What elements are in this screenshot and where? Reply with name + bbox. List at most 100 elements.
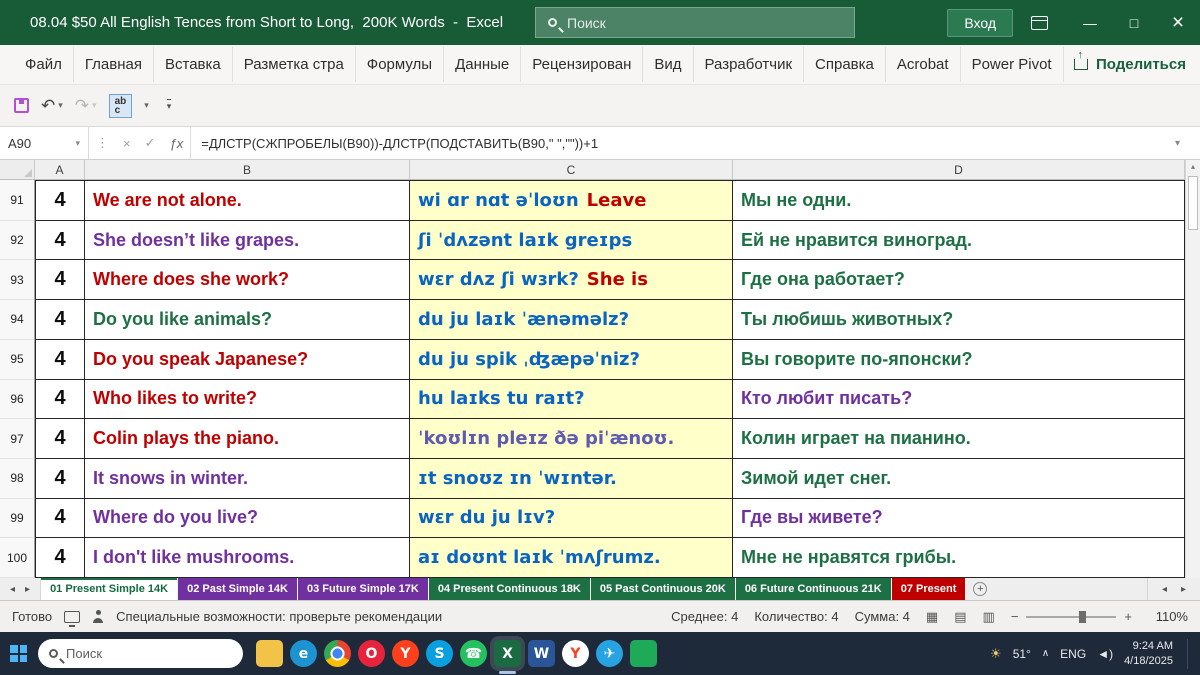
cell-word-count[interactable]: 4 — [35, 339, 85, 380]
cell-word-count[interactable]: 4 — [35, 458, 85, 499]
cell-russian[interactable]: Вы говорите по-японски? — [733, 339, 1185, 380]
page-layout-view-icon[interactable]: ▤ — [954, 609, 966, 625]
vertical-scrollbar[interactable] — [1185, 160, 1200, 578]
sheet-tab-0[interactable]: 01 Present Simple 14K — [41, 578, 179, 600]
row-number[interactable]: 93 — [0, 260, 35, 301]
taskbar-search-input[interactable] — [66, 646, 216, 661]
cell-word-count[interactable]: 4 — [35, 300, 85, 340]
cell-word-count[interactable]: 4 — [35, 260, 85, 301]
cell-russian[interactable]: Ей не нравится виноград. — [733, 220, 1185, 261]
cell-russian[interactable]: Где вы живете? — [733, 498, 1185, 539]
formula-text[interactable]: =ДЛСТР(СЖПРОБЕЛЫ(B90))-ДЛСТР(ПОДСТАВИТЬ(… — [191, 136, 598, 151]
sheet-tab-4[interactable]: 05 Past Continuous 20K — [590, 578, 736, 600]
cell-english[interactable]: I don't like mushrooms. — [85, 538, 410, 579]
row-number[interactable]: 99 — [0, 498, 35, 539]
cell-transcription[interactable]: hu laɪks tu raɪt? — [410, 379, 733, 420]
language-indicator[interactable]: ENG — [1060, 647, 1086, 661]
row-number[interactable]: 95 — [0, 339, 35, 380]
skype-icon[interactable]: S — [426, 640, 453, 667]
cell-transcription[interactable]: wɛr du ju lɪv? — [410, 498, 733, 539]
ribbon-tab-3[interactable]: Разметка стра — [233, 47, 356, 82]
cell-russian[interactable]: Мне не нравятся грибы. — [733, 538, 1185, 579]
column-header-C[interactable]: C — [410, 160, 733, 179]
page-break-view-icon[interactable]: ▥ — [983, 609, 995, 625]
cell-russian[interactable]: Мы не одни. — [733, 180, 1185, 221]
customize-toolbar-icon[interactable]: ▾ — [166, 99, 172, 112]
zoom-control[interactable]: − + — [1011, 609, 1132, 624]
weather-icon[interactable]: ☀ — [990, 646, 1002, 662]
name-box[interactable]: A90 ▾ — [0, 127, 88, 159]
cell-english[interactable]: Do you speak Japanese? — [85, 339, 410, 380]
excel-icon[interactable]: X — [494, 640, 521, 674]
row-number[interactable]: 91 — [0, 180, 35, 221]
ribbon-tab-5[interactable]: Данные — [444, 47, 522, 82]
redo-caret-icon[interactable]: ▾ — [92, 100, 97, 111]
show-desktop-button[interactable] — [1187, 638, 1192, 669]
sheet-tab-2[interactable]: 03 Future Simple 17K — [297, 578, 429, 600]
translate-caret-icon[interactable]: ▾ — [144, 100, 149, 111]
ribbon-tab-7[interactable]: Вид — [643, 47, 694, 82]
tray-chevron-icon[interactable]: ∧ — [1042, 648, 1049, 659]
redo-button[interactable]: ↷ ▾ — [75, 96, 97, 116]
row-number[interactable]: 100 — [0, 538, 35, 579]
cell-transcription[interactable]: du ju laɪk ˈænəməlz? — [410, 300, 733, 340]
ribbon-tab-11[interactable]: Power Pivot — [961, 47, 1064, 82]
insert-function-icon[interactable]: ƒx — [163, 136, 191, 151]
opera-icon[interactable]: O — [358, 640, 385, 667]
cell-russian[interactable]: Ты любишь животных? — [733, 300, 1185, 340]
cell-english[interactable]: We are not alone. — [85, 180, 410, 221]
cell-word-count[interactable]: 4 — [35, 180, 85, 221]
yandex-start-icon[interactable]: Y — [562, 640, 589, 667]
column-header-D[interactable]: D — [733, 160, 1185, 179]
cell-english[interactable]: Who likes to write? — [85, 379, 410, 420]
cell-transcription[interactable]: du ju spik ˌʤæpəˈniz? — [410, 339, 733, 380]
sheet-tab-1[interactable]: 02 Past Simple 14K — [178, 578, 298, 600]
minimize-button[interactable]: — — [1068, 0, 1112, 45]
accessibility-text[interactable]: Специальные возможности: проверьте реком… — [116, 609, 442, 624]
ribbon-tab-8[interactable]: Разработчик — [694, 47, 805, 82]
cell-transcription[interactable]: ˈkoʊlɪn pleɪz ðə piˈænoʊ. — [410, 419, 733, 459]
cell-english[interactable]: She doesn’t like grapes. — [85, 220, 410, 261]
cell-english[interactable]: Where do you live? — [85, 498, 410, 539]
sheet-tab-3[interactable]: 04 Present Continuous 18K — [428, 578, 591, 600]
cell-word-count[interactable]: 4 — [35, 538, 85, 579]
sheet-tab-6[interactable]: 07 Present — [891, 578, 967, 600]
green-app-icon[interactable] — [630, 640, 657, 667]
cell-russian[interactable]: Где она работает? — [733, 260, 1185, 301]
cell-english[interactable]: Do you like animals? — [85, 300, 410, 340]
cell-english[interactable]: It snows in winter. — [85, 458, 410, 499]
column-header-B[interactable]: B — [85, 160, 410, 179]
cell-transcription[interactable]: ɪt snoʊz ɪn ˈwɪntər. — [410, 458, 733, 499]
tab-scroll-right-icon[interactable]: ▸ — [1181, 584, 1186, 595]
start-button[interactable] — [10, 645, 27, 662]
sign-in-button[interactable]: Вход — [947, 8, 1013, 37]
ribbon-tab-6[interactable]: Рецензирован — [521, 47, 644, 82]
titlebar-search-input[interactable] — [567, 14, 807, 31]
tab-scroll-left-icon[interactable]: ◂ — [1162, 584, 1167, 595]
cell-russian[interactable]: Зимой идет снег. — [733, 458, 1185, 499]
cell-russian[interactable]: Кто любит писать? — [733, 379, 1185, 420]
sheet-tab-5[interactable]: 06 Future Continuous 21K — [735, 578, 892, 600]
sheet-navigation[interactable]: ◂ ▸ — [0, 578, 42, 600]
save-icon[interactable] — [14, 98, 29, 113]
cell-english[interactable]: Where does she work? — [85, 260, 410, 301]
cell-transcription[interactable]: wi ɑr nɑt əˈloʊn Leave — [410, 180, 733, 221]
zoom-out-icon[interactable]: − — [1011, 609, 1019, 624]
cell-word-count[interactable]: 4 — [35, 498, 85, 539]
cell-word-count[interactable]: 4 — [35, 379, 85, 420]
zoom-track[interactable] — [1026, 610, 1117, 623]
edge-icon[interactable]: e — [290, 640, 317, 667]
yandex-browser-icon[interactable]: Y — [392, 640, 419, 667]
share-button[interactable]: Поделиться — [1073, 49, 1186, 73]
cell-transcription[interactable]: wɛr dʌz ʃi wɜrk? She is — [410, 260, 733, 301]
name-box-caret-icon[interactable]: ▾ — [75, 138, 80, 149]
zoom-in-icon[interactable]: + — [1124, 609, 1132, 624]
zoom-level[interactable]: 110% — [1148, 609, 1188, 624]
normal-view-icon[interactable]: ▦ — [926, 609, 938, 625]
add-sheet-button[interactable]: + — [973, 578, 988, 600]
ribbon-tab-1[interactable]: Главная — [74, 47, 154, 82]
tab-scroll-buttons[interactable]: ◂ ▸ — [1146, 578, 1200, 600]
row-number[interactable]: 98 — [0, 458, 35, 499]
cell-transcription[interactable]: ʃi ˈdʌzənt laɪk greɪps — [410, 220, 733, 261]
enter-icon[interactable]: ✓ — [138, 135, 163, 151]
